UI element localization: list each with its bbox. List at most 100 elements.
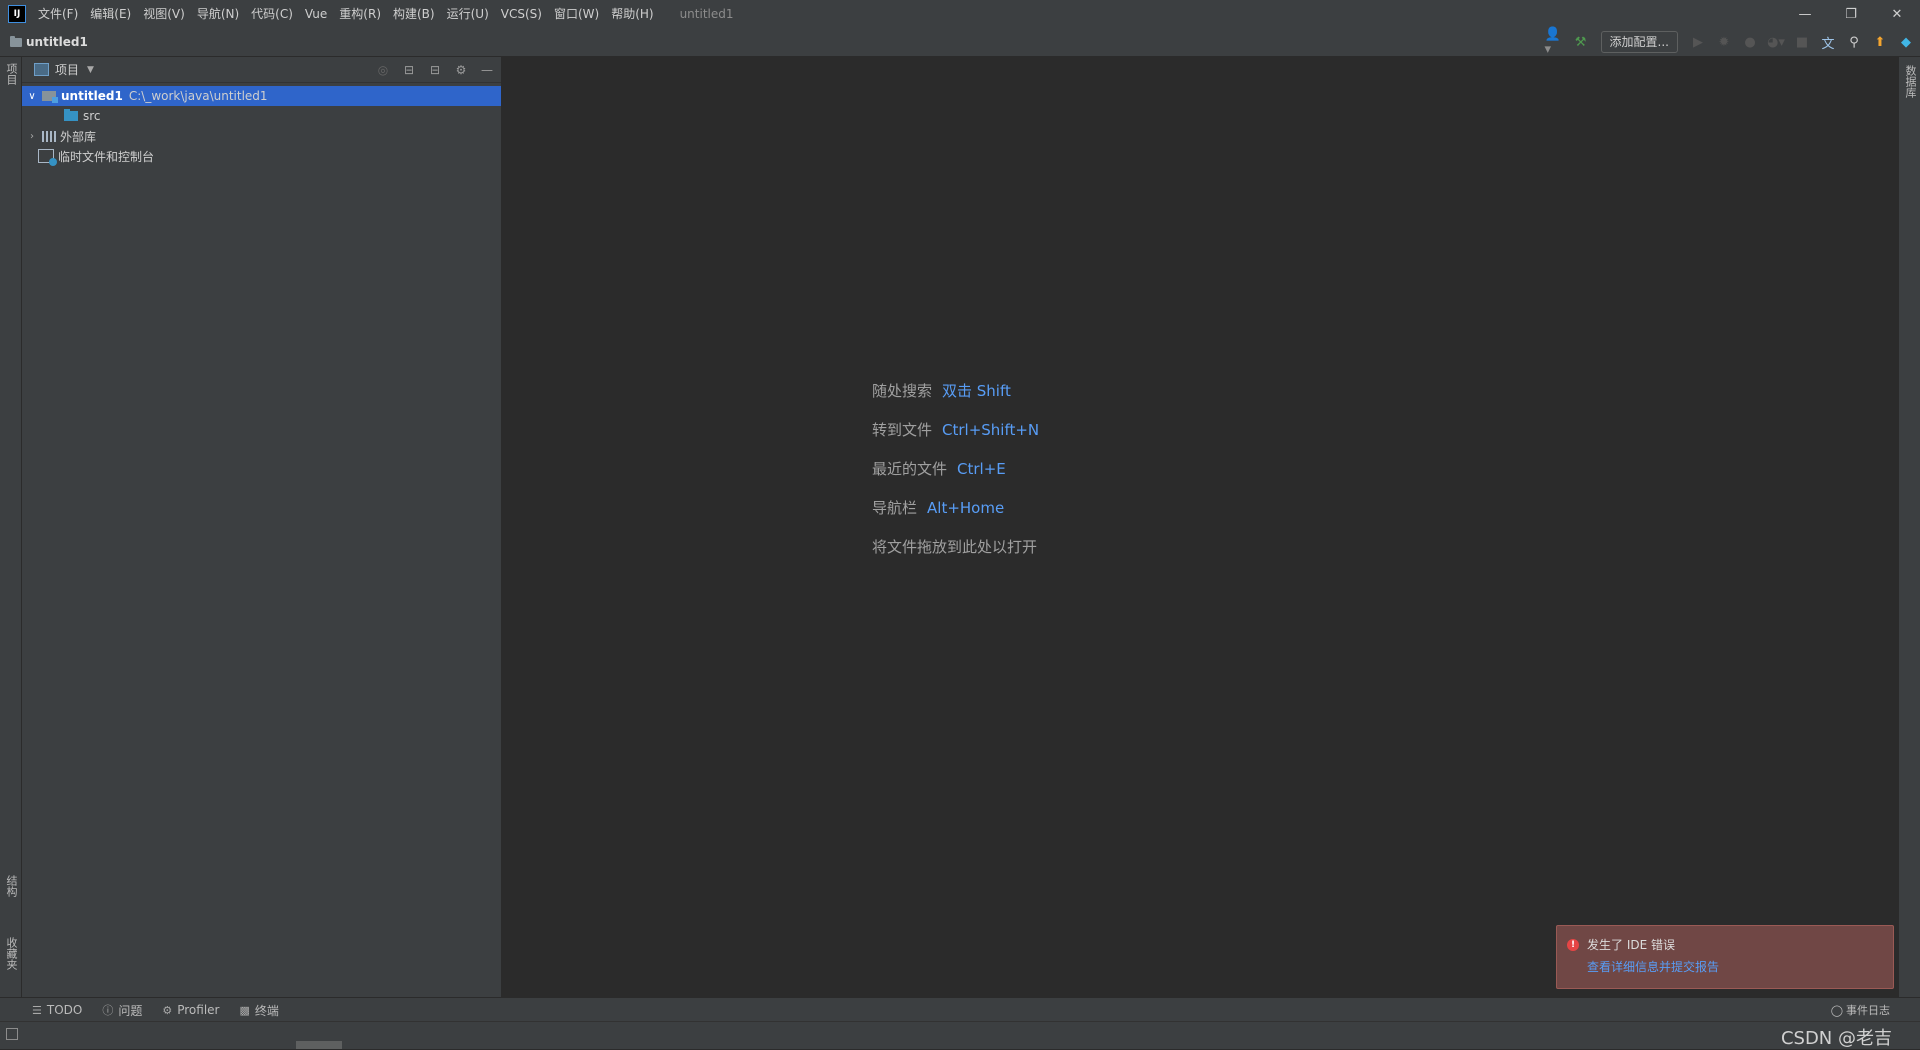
stop-icon[interactable]: ■ bbox=[1792, 32, 1812, 52]
chevron-down-icon[interactable]: ∨ bbox=[26, 91, 38, 102]
update-icon[interactable]: ⬆ bbox=[1870, 32, 1890, 52]
intellij-logo-icon: IJ bbox=[8, 5, 26, 23]
menu-vcs[interactable]: VCS(S) bbox=[495, 0, 548, 28]
project-view-icon bbox=[34, 63, 49, 76]
project-root-path: C:\_work\java\untitled1 bbox=[128, 89, 268, 103]
menu-file[interactable]: 文件(F) bbox=[32, 0, 84, 28]
profile-icon[interactable]: ◕▾ bbox=[1766, 32, 1786, 52]
hint-label: 转到文件 bbox=[872, 421, 933, 439]
hint-shortcut: 双击 Shift bbox=[942, 382, 1011, 400]
hammer-icon[interactable]: ⚒ bbox=[1571, 32, 1591, 52]
notification-report-link[interactable]: 查看详细信息并提交报告 bbox=[1587, 958, 1719, 975]
gear-icon[interactable]: ⚙ bbox=[453, 62, 469, 78]
tab-profiler[interactable]: ⚙ Profiler bbox=[162, 1003, 219, 1017]
hint-shortcut: Ctrl+E bbox=[957, 459, 1006, 478]
tab-terminal[interactable]: ▩ 终端 bbox=[239, 1002, 278, 1019]
breadcrumb-project: untitled1 bbox=[26, 35, 88, 49]
menu-build[interactable]: 构建(B) bbox=[387, 0, 441, 28]
tree-node-src[interactable]: src bbox=[22, 106, 501, 126]
list-icon: ☰ bbox=[32, 1003, 42, 1017]
restore-button[interactable]: ❐ bbox=[1828, 0, 1874, 28]
breadcrumb[interactable]: untitled1 bbox=[10, 35, 88, 49]
navigation-bar: untitled1 👤▾ ⚒ 添加配置... ▶ ✹ ● ◕▾ ■ 文 ⚲ ⬆ … bbox=[0, 27, 1920, 57]
locate-icon[interactable]: ◎ bbox=[375, 62, 391, 78]
hint-drop-files: 将文件拖放到此处以打开 bbox=[872, 527, 1039, 566]
coverage-icon[interactable]: ● bbox=[1740, 32, 1760, 52]
expand-all-icon[interactable]: ⊟ bbox=[401, 62, 417, 78]
menu-edit[interactable]: 编辑(E) bbox=[84, 0, 137, 28]
menu-refactor[interactable]: 重构(R) bbox=[333, 0, 387, 28]
layout-icon[interactable] bbox=[6, 1028, 18, 1040]
user-icon[interactable]: 👤▾ bbox=[1545, 27, 1565, 57]
hint-label: 导航栏 bbox=[872, 499, 918, 517]
menu-run[interactable]: 运行(U) bbox=[441, 0, 495, 28]
project-view-selector[interactable]: 项目 ▼ bbox=[34, 61, 94, 78]
chevron-down-icon: ▼ bbox=[87, 64, 94, 75]
project-tool-tab[interactable]: 项目 bbox=[2, 63, 19, 85]
title-bar: IJ 文件(F) 编辑(E) 视图(V) 导航(N) 代码(C) Vue 重构(… bbox=[0, 0, 1920, 29]
project-panel-tools: ◎ ⊟ ⊟ ⚙ — bbox=[375, 57, 495, 82]
tab-event-log[interactable]: ◯ 事件日志 bbox=[1831, 998, 1890, 1022]
tab-todo[interactable]: ☰ TODO bbox=[32, 1003, 82, 1017]
profiler-icon: ⚙ bbox=[162, 1003, 173, 1017]
library-icon bbox=[42, 130, 56, 142]
tree-node-scratches[interactable]: 临时文件和控制台 bbox=[22, 146, 501, 166]
structure-tool-tab[interactable]: 结构 bbox=[2, 875, 19, 897]
scratches-label: 临时文件和控制台 bbox=[58, 149, 155, 164]
project-panel-title: 项目 bbox=[55, 63, 80, 77]
source-folder-icon bbox=[64, 109, 78, 121]
toolbar-right: 👤▾ ⚒ 添加配置... ▶ ✹ ● ◕▾ ■ 文 ⚲ ⬆ ◆ bbox=[1545, 27, 1916, 57]
hint-label: 将文件拖放到此处以打开 bbox=[872, 538, 1038, 556]
menu-code[interactable]: 代码(C) bbox=[245, 0, 299, 28]
collapse-all-icon[interactable]: ⊟ bbox=[427, 62, 443, 78]
event-log-icon: ◯ bbox=[1830, 1003, 1843, 1017]
debug-icon[interactable]: ✹ bbox=[1714, 32, 1734, 52]
plugin-icon[interactable]: ◆ bbox=[1896, 32, 1916, 52]
error-icon: ! bbox=[1567, 939, 1579, 951]
project-root-name: untitled1 bbox=[61, 89, 123, 103]
src-label: src bbox=[83, 109, 101, 123]
hint-recent-files: 最近的文件 Ctrl+E bbox=[872, 449, 1039, 488]
hint-shortcut: Alt+Home bbox=[927, 498, 1005, 517]
scratches-icon bbox=[38, 149, 57, 166]
menu-vue[interactable]: Vue bbox=[299, 0, 333, 28]
menu-view[interactable]: 视图(V) bbox=[137, 0, 191, 28]
terminal-icon: ▩ bbox=[239, 1003, 250, 1017]
chevron-right-icon[interactable]: › bbox=[26, 131, 38, 142]
hint-search-everywhere: 随处搜索 双击 Shift bbox=[872, 371, 1039, 410]
add-configuration-button[interactable]: 添加配置... bbox=[1600, 31, 1678, 53]
ide-error-notification[interactable]: ! 发生了 IDE 错误 查看详细信息并提交报告 bbox=[1556, 925, 1894, 989]
menu-help[interactable]: 帮助(H) bbox=[605, 0, 659, 28]
project-panel: 项目 ▼ ◎ ⊟ ⊟ ⚙ — ∨ untitled1 C:\_work\java… bbox=[22, 57, 502, 997]
tab-problems[interactable]: ⓘ 问题 bbox=[102, 1002, 142, 1019]
hint-shortcut: Ctrl+Shift+N bbox=[942, 420, 1040, 439]
menu-window[interactable]: 窗口(W) bbox=[548, 0, 605, 28]
project-folder-icon bbox=[42, 91, 58, 103]
left-tool-strip: 项目 结构 收藏夹 bbox=[0, 57, 22, 997]
run-icon[interactable]: ▶ bbox=[1688, 32, 1708, 52]
notification-title: 发生了 IDE 错误 bbox=[1587, 938, 1675, 952]
favorites-tool-tab[interactable]: 收藏夹 bbox=[2, 937, 19, 970]
project-panel-header: 项目 ▼ ◎ ⊟ ⊟ ⚙ — bbox=[22, 57, 501, 83]
hint-label: 最近的文件 bbox=[872, 460, 948, 478]
menu-navigate[interactable]: 导航(N) bbox=[191, 0, 245, 28]
search-icon[interactable]: ⚲ bbox=[1844, 32, 1864, 52]
tab-todo-label: TODO bbox=[46, 1003, 83, 1017]
right-tool-strip: 数据库 bbox=[1898, 57, 1920, 997]
window-title: untitled1 bbox=[679, 7, 734, 21]
hide-panel-icon[interactable]: — bbox=[479, 62, 495, 78]
tree-node-project-root[interactable]: ∨ untitled1 C:\_work\java\untitled1 bbox=[22, 86, 501, 106]
tab-event-log-label: 事件日志 bbox=[1846, 1004, 1890, 1017]
status-bar: CSDN @老吉 bbox=[0, 1021, 1920, 1049]
minimize-button[interactable]: — bbox=[1782, 0, 1828, 28]
hint-navigation-bar: 导航栏 Alt+Home bbox=[872, 488, 1039, 527]
tree-node-external-libraries[interactable]: › 外部库 bbox=[22, 126, 501, 146]
translate-icon[interactable]: 文 bbox=[1818, 32, 1838, 52]
external-libraries-label: 外部库 bbox=[60, 129, 97, 144]
close-button[interactable]: ✕ bbox=[1874, 0, 1920, 28]
tab-terminal-label: 终端 bbox=[254, 1003, 279, 1018]
main-menu: 文件(F) 编辑(E) 视图(V) 导航(N) 代码(C) Vue 重构(R) … bbox=[32, 0, 660, 28]
database-tool-tab[interactable]: 数据库 bbox=[1901, 65, 1918, 98]
editor-area[interactable]: 随处搜索 双击 Shift 转到文件 Ctrl+Shift+N 最近的文件 Ct… bbox=[502, 57, 1897, 997]
editor-empty-hints: 随处搜索 双击 Shift 转到文件 Ctrl+Shift+N 最近的文件 Ct… bbox=[872, 371, 1039, 566]
